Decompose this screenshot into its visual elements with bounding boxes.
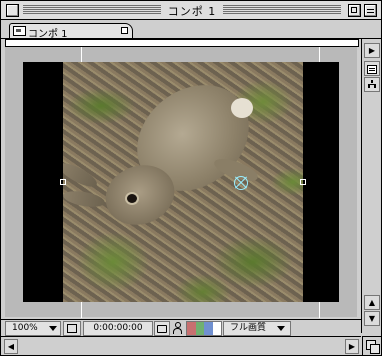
- footage-layer[interactable]: [63, 62, 303, 302]
- chevron-down-icon: [49, 326, 57, 331]
- zoom-box[interactable]: [348, 4, 361, 17]
- title-stripes-left: [23, 5, 161, 15]
- layer-handle-left[interactable]: [60, 179, 66, 185]
- anchor-point-icon[interactable]: [234, 176, 248, 190]
- rabbit-eye: [127, 194, 137, 203]
- resize-grip[interactable]: [362, 336, 381, 355]
- scroll-down-button[interactable]: ▼: [364, 311, 380, 326]
- chevron-down-icon: [277, 326, 285, 331]
- close-box[interactable]: [6, 4, 19, 17]
- layer-handle-right[interactable]: [300, 179, 306, 185]
- tab-bar: コンポ 1: [1, 20, 381, 40]
- region-of-interest-button[interactable]: [63, 321, 81, 336]
- rabbit-ear: [63, 158, 100, 192]
- channel-green-swatch: [195, 322, 204, 335]
- title-bar[interactable]: コンポ 1: [1, 1, 381, 20]
- composition-frame: [23, 47, 339, 318]
- channel-alpha-swatch: [212, 322, 221, 335]
- time-ruler[interactable]: [5, 39, 359, 47]
- tab-close-icon[interactable]: [121, 27, 128, 34]
- scroll-right-button[interactable]: ▶: [345, 339, 359, 354]
- horizontal-scrollbar[interactable]: ◀ ▶: [1, 336, 361, 355]
- scroll-up-button[interactable]: ▲: [364, 295, 380, 310]
- flowchart-icon: [368, 80, 376, 88]
- region-icon: [67, 324, 77, 333]
- layer-bound-line: [81, 302, 82, 318]
- layer-bound-line: [319, 302, 320, 318]
- resolution-popup[interactable]: フル画質: [223, 321, 291, 336]
- tab-composition[interactable]: コンポ 1: [9, 23, 133, 40]
- side-panel: ▶ ▲ ▼: [361, 39, 381, 333]
- rabbit-ear: [63, 188, 106, 210]
- scroll-left-button[interactable]: ◀: [4, 339, 18, 354]
- composition-controls: 100% 0:00:00:00 フル画質: [1, 319, 361, 336]
- composition-icon: [13, 26, 26, 36]
- composition-canvas[interactable]: [5, 47, 357, 318]
- panel-menu-button[interactable]: ▶: [364, 43, 380, 58]
- show-snapshot-icon[interactable]: [172, 322, 182, 334]
- layer-bound-line: [81, 47, 82, 62]
- collapse-box[interactable]: [364, 4, 377, 17]
- camera-icon: [157, 325, 167, 333]
- snapshot-button[interactable]: [154, 321, 170, 336]
- rabbit-tail: [231, 98, 253, 118]
- channel-red-swatch: [187, 322, 196, 335]
- comp-settings-button[interactable]: [364, 61, 380, 76]
- flowchart-button[interactable]: [364, 77, 380, 92]
- magnification-popup[interactable]: 100%: [5, 321, 61, 336]
- current-time-field[interactable]: 0:00:00:00: [83, 321, 153, 336]
- composition-window: コンポ 1 コンポ 1 ▶ ▲ ▼ 100% 0:00:00:00 フル画質 ◀…: [0, 0, 382, 356]
- title-stripes-right: [223, 5, 341, 15]
- tab-label: コンポ 1: [28, 29, 68, 40]
- magnification-value: 100%: [12, 323, 38, 333]
- comp-settings-icon: [367, 65, 377, 74]
- window-title: コンポ 1: [161, 3, 223, 19]
- channel-button[interactable]: [186, 321, 222, 336]
- resolution-value: フル画質: [230, 323, 267, 333]
- layer-bound-line: [319, 47, 320, 62]
- channel-blue-swatch: [204, 322, 213, 335]
